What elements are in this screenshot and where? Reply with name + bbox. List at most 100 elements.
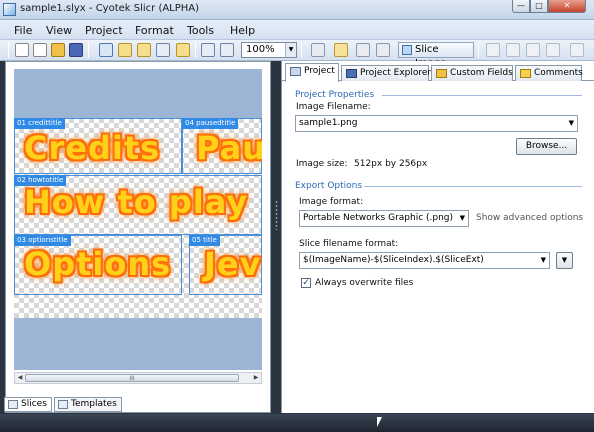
image-view-icon[interactable] bbox=[99, 43, 113, 57]
toolbar: 100% ▼ Slice Image bbox=[0, 40, 594, 69]
chevron-down-icon[interactable]: ▼ bbox=[541, 253, 546, 268]
project-explorer-icon bbox=[346, 69, 357, 78]
zoom-out-icon[interactable] bbox=[220, 43, 234, 57]
image-format-label: Image format: bbox=[299, 197, 364, 207]
left-panel-tabs: Slices Templates bbox=[0, 397, 271, 414]
image-format-value: Portable Networks Graphic (.png) bbox=[303, 213, 454, 223]
horizontal-scrollbar[interactable]: ◀ III ▶ bbox=[14, 372, 262, 384]
image-canvas[interactable]: 01 credittitle Credits 04 pausedtitle Pa… bbox=[14, 69, 262, 370]
tab-project-explorer[interactable]: Project Explorer bbox=[341, 65, 432, 81]
panel-icon[interactable] bbox=[156, 43, 170, 57]
slice-image-text: Options bbox=[24, 245, 172, 283]
zoom-select[interactable]: 100% ▼ bbox=[241, 42, 297, 58]
slice-image-text: Jev bbox=[204, 245, 262, 283]
tab-templates[interactable]: Templates bbox=[54, 397, 122, 412]
slice-tag[interactable]: 04 pausedtitle bbox=[182, 118, 239, 129]
toolbar-grip bbox=[8, 42, 9, 58]
toolbar-separator bbox=[88, 42, 89, 58]
splitter-handle[interactable] bbox=[275, 200, 278, 230]
show-advanced-options-link[interactable]: Show advanced options bbox=[476, 213, 583, 223]
scroll-left-icon[interactable]: ◀ bbox=[15, 373, 25, 383]
divider bbox=[382, 95, 582, 96]
tab-project[interactable]: Project bbox=[285, 63, 339, 82]
tab-custom-fields[interactable]: Custom Fields bbox=[431, 65, 513, 81]
window-title: sample1.slyx - Cyotek Slicr (ALPHA) bbox=[20, 3, 200, 14]
grid-icon[interactable] bbox=[176, 43, 190, 57]
slice-filename-format-value: $(ImageName)-$(SliceIndex).$(SliceExt) bbox=[303, 255, 484, 265]
chevron-down-icon[interactable]: ▼ bbox=[460, 211, 465, 226]
image-filename-label: Image Filename: bbox=[296, 102, 371, 112]
menu-file[interactable]: File bbox=[14, 24, 32, 37]
custom-fields-icon bbox=[436, 69, 447, 78]
slice-filename-format-field[interactable]: $(ImageName)-$(SliceIndex).$(SliceExt) ▼ bbox=[299, 252, 550, 269]
chevron-down-icon[interactable]: ▼ bbox=[569, 116, 574, 131]
tools-icon[interactable] bbox=[311, 43, 325, 57]
tab-project-explorer-label: Project Explorer bbox=[360, 68, 432, 78]
properties-tabs: Project Project Explorer Custom Fields C… bbox=[282, 63, 594, 82]
maximize-button[interactable]: □ bbox=[530, 0, 548, 13]
scroll-right-icon[interactable]: ▶ bbox=[251, 373, 261, 383]
slice-image-text: Pau bbox=[196, 129, 262, 167]
app-icon bbox=[3, 3, 16, 16]
image-size-value: 512px by 256px bbox=[354, 159, 428, 169]
menu-format[interactable]: Format bbox=[135, 24, 174, 37]
save-icon[interactable] bbox=[69, 43, 83, 57]
tab-comments-label: Comments bbox=[534, 68, 583, 78]
menu-help[interactable]: Help bbox=[230, 24, 255, 37]
slice-image-button[interactable]: Slice Image bbox=[398, 42, 474, 69]
tab-custom-fields-label: Custom Fields bbox=[450, 68, 513, 78]
menu-project[interactable]: Project bbox=[85, 24, 123, 37]
slice-tool-icon[interactable] bbox=[356, 43, 370, 57]
zoom-value: 100% bbox=[246, 44, 275, 55]
insert-token-button[interactable]: ▼ bbox=[556, 252, 573, 269]
slice-image-text: Credits bbox=[24, 129, 161, 167]
slices-panel: 01 credittitle Credits 04 pausedtitle Pa… bbox=[5, 61, 271, 413]
section-export-options: Export Options bbox=[295, 181, 363, 191]
tab-slices-label: Slices bbox=[21, 399, 47, 409]
image-size-label: Image size: bbox=[296, 159, 348, 169]
slice-tag[interactable]: 01 credittitle bbox=[14, 118, 65, 129]
slice-image-icon bbox=[402, 45, 412, 55]
slice-image-text: How to play bbox=[24, 183, 249, 221]
tab-project-label: Project bbox=[304, 66, 335, 76]
comments-icon bbox=[520, 69, 531, 78]
image-format-select[interactable]: Portable Networks Graphic (.png) ▼ bbox=[299, 210, 469, 227]
overwrite-label: Always overwrite files bbox=[315, 278, 414, 288]
slices-icon bbox=[8, 400, 18, 409]
toolbar-separator bbox=[195, 42, 196, 58]
templates-icon bbox=[58, 400, 68, 409]
chevron-down-icon[interactable]: ▼ bbox=[285, 43, 296, 57]
arrow-left-icon[interactable] bbox=[526, 43, 540, 57]
new-file-icon[interactable] bbox=[15, 43, 29, 57]
image-filename-value: sample1.png bbox=[299, 118, 358, 128]
arrow-up-icon[interactable] bbox=[486, 43, 500, 57]
new-document-icon[interactable] bbox=[33, 43, 47, 57]
title-bar: sample1.slyx - Cyotek Slicr (ALPHA) — □ … bbox=[0, 0, 594, 20]
pointer-tool-icon[interactable] bbox=[334, 43, 348, 57]
overwrite-checkbox[interactable]: ✓ bbox=[301, 278, 311, 288]
menu-view[interactable]: View bbox=[46, 24, 72, 37]
zoom-in-icon[interactable] bbox=[201, 43, 215, 57]
taskbar bbox=[0, 414, 594, 432]
menu-bar: File View Project Format Tools Help bbox=[0, 20, 594, 40]
auto-slice-icon[interactable] bbox=[376, 43, 390, 57]
open-folder-icon[interactable] bbox=[51, 43, 65, 57]
slice-view-icon[interactable] bbox=[118, 43, 132, 57]
mouse-cursor-icon bbox=[377, 417, 382, 427]
properties-panel: Project Project Explorer Custom Fields C… bbox=[281, 61, 594, 413]
slice-filename-format-label: Slice filename format: bbox=[299, 239, 399, 249]
tab-slices[interactable]: Slices bbox=[4, 397, 52, 412]
image-filename-field[interactable]: sample1.png ▼ bbox=[295, 115, 578, 132]
menu-tools[interactable]: Tools bbox=[187, 24, 214, 37]
arrow-down-icon[interactable] bbox=[506, 43, 520, 57]
fit-icon[interactable] bbox=[570, 43, 584, 57]
layout-icon[interactable] bbox=[137, 43, 151, 57]
scrollbar-thumb[interactable]: III bbox=[25, 374, 239, 382]
section-project-properties: Project Properties bbox=[295, 90, 375, 100]
arrow-right-icon[interactable] bbox=[546, 43, 560, 57]
browse-button[interactable]: Browse... bbox=[516, 138, 577, 155]
tab-templates-label: Templates bbox=[71, 399, 117, 409]
minimize-button[interactable]: — bbox=[512, 0, 530, 13]
tab-comments[interactable]: Comments bbox=[515, 65, 583, 81]
close-button[interactable]: ✕ bbox=[548, 0, 586, 13]
